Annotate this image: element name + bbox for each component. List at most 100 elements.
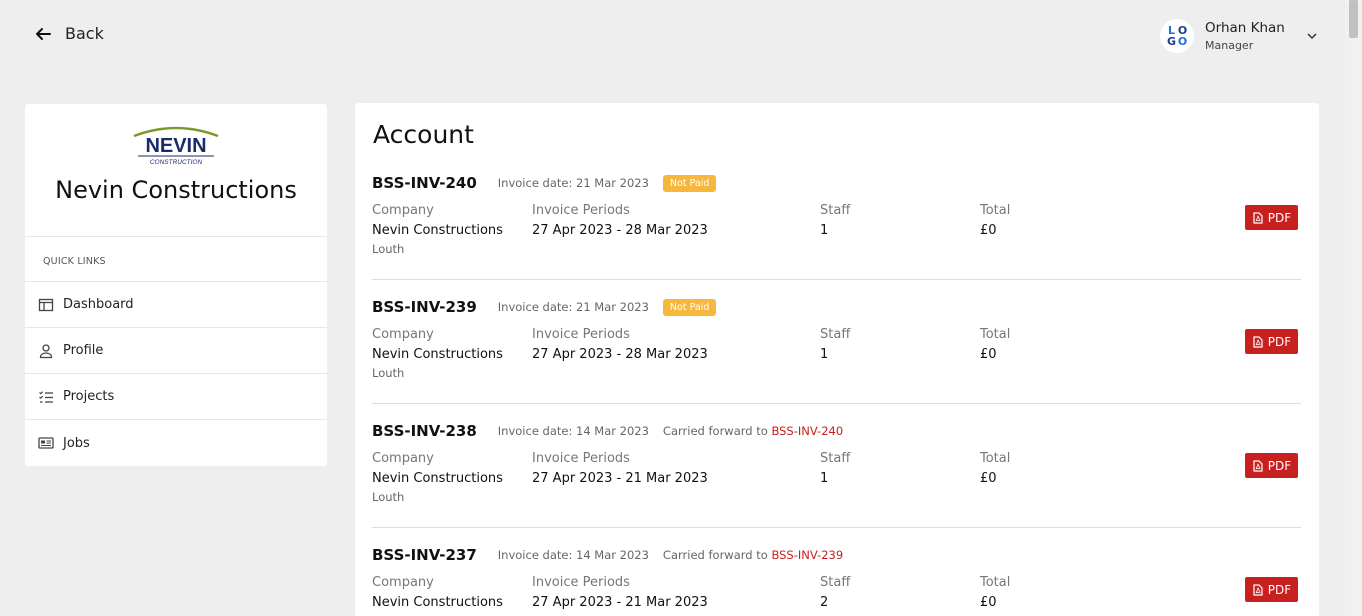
period-value: 27 Apr 2023 - 21 Mar 2023: [532, 471, 708, 486]
location-value: Louth: [372, 490, 405, 504]
sidebar-item-label: Dashboard: [63, 297, 134, 312]
invoice-header: BSS-INV-240 Invoice date: 21 Mar 2023 No…: [372, 173, 717, 193]
pdf-label: PDF: [1267, 458, 1292, 473]
chevron-down-icon[interactable]: [1305, 29, 1319, 43]
arrow-left-icon: [36, 27, 51, 40]
scrollbar-thumb[interactable]: [1349, 0, 1358, 38]
sidebar-item-profile[interactable]: Profile: [25, 328, 327, 374]
sidebar-item-dashboard[interactable]: Dashboard: [25, 282, 327, 328]
total-column: Total £0: [980, 327, 1010, 362]
total-label: Total: [980, 451, 1011, 466]
total-value: £0: [980, 347, 997, 362]
company-logo: NEVIN CONSTRUCTION: [25, 104, 327, 166]
carried-forward-link[interactable]: BSS-INV-239: [771, 548, 843, 562]
user-meta: Orhan Khan Manager: [1205, 20, 1285, 52]
pdf-button[interactable]: PDF: [1245, 453, 1298, 478]
sidebar-item-jobs[interactable]: Jobs: [25, 420, 327, 466]
company-label: Company: [372, 451, 434, 466]
company-name: Nevin Constructions: [55, 176, 297, 204]
company-label: Company: [372, 575, 434, 590]
pdf-label: PDF: [1267, 210, 1292, 225]
carried-forward-link[interactable]: BSS-INV-240: [771, 424, 843, 438]
total-label: Total: [980, 203, 1011, 218]
sidebar-item-label: Projects: [63, 389, 115, 404]
checklist-icon: [39, 390, 53, 403]
periods-column: Invoice Periods 27 Apr 2023 - 21 Mar 202…: [532, 575, 708, 610]
invoice-header: BSS-INV-237 Invoice date: 14 Mar 2023 Ca…: [372, 545, 843, 565]
pdf-file-icon: [1253, 335, 1263, 348]
periods-label: Invoice Periods: [532, 575, 630, 590]
staff-label: Staff: [820, 203, 851, 218]
invoice-date: Invoice date: 21 Mar 2023: [497, 176, 649, 190]
invoice-id: BSS-INV-239: [372, 298, 477, 316]
staff-value: 1: [820, 347, 829, 362]
pdf-file-icon: [1253, 459, 1263, 472]
nevin-logo-icon: NEVIN CONSTRUCTION: [133, 126, 219, 166]
sidebar-item-label: Profile: [63, 343, 104, 358]
staff-value: 1: [820, 471, 829, 486]
svg-text:CONSTRUCTION: CONSTRUCTION: [150, 159, 203, 166]
periods-label: Invoice Periods: [532, 451, 630, 466]
pdf-label: PDF: [1267, 334, 1292, 349]
pdf-button[interactable]: PDF: [1245, 577, 1298, 602]
company-label: Company: [372, 203, 434, 218]
sidebar-item-projects[interactable]: Projects: [25, 374, 327, 420]
location-value: Louth: [372, 366, 405, 380]
company-column: Company Nevin Constructions Louth: [372, 327, 503, 380]
pdf-file-icon: [1253, 583, 1263, 596]
pdf-label: PDF: [1267, 582, 1292, 597]
staff-label: Staff: [820, 575, 851, 590]
total-column: Total £0: [980, 203, 1010, 238]
avatar: L O G O: [1160, 19, 1194, 53]
back-button[interactable]: Back: [35, 24, 104, 43]
divider: [372, 527, 1301, 528]
avatar-letter: O: [1177, 35, 1188, 48]
invoice-header: BSS-INV-238 Invoice date: 14 Mar 2023 Ca…: [372, 421, 843, 441]
location-value: Louth: [372, 242, 405, 256]
page-title: Account: [373, 120, 474, 149]
pdf-file-icon: [1253, 211, 1263, 224]
invoice-id: BSS-INV-238: [372, 422, 477, 440]
dashboard-icon: [38, 298, 54, 311]
svg-text:NEVIN: NEVIN: [145, 135, 206, 157]
scrollbar[interactable]: [1345, 0, 1362, 616]
staff-column: Staff 1: [820, 327, 850, 362]
user-role: Manager: [1205, 39, 1254, 52]
staff-column: Staff 1: [820, 451, 850, 486]
user-icon: [39, 343, 53, 358]
status-badge: Not Paid: [662, 174, 717, 192]
carried-forward-note: Carried forward to BSS-INV-239: [663, 548, 843, 562]
avatar-letter: G: [1166, 35, 1177, 48]
staff-value: 1: [820, 223, 829, 238]
divider: [372, 403, 1301, 404]
staff-column: Staff 1: [820, 203, 850, 238]
sidebar: NEVIN CONSTRUCTION Nevin Constructions Q…: [25, 104, 327, 466]
pdf-button[interactable]: PDF: [1245, 205, 1298, 230]
company-column: Company Nevin Constructions: [372, 575, 503, 610]
company-value: Nevin Constructions: [372, 471, 503, 486]
user-name: Orhan Khan: [1205, 20, 1285, 36]
staff-label: Staff: [820, 451, 851, 466]
periods-label: Invoice Periods: [532, 203, 630, 218]
total-column: Total £0: [980, 575, 1010, 610]
company-value: Nevin Constructions: [372, 595, 503, 610]
invoice-date: Invoice date: 21 Mar 2023: [497, 300, 649, 314]
account-panel: Account BSS-INV-240 Invoice date: 21 Mar…: [355, 103, 1319, 616]
period-value: 27 Apr 2023 - 28 Mar 2023: [532, 347, 708, 362]
user-menu[interactable]: L O G O Orhan Khan Manager: [1160, 19, 1319, 53]
invoice-date: Invoice date: 14 Mar 2023: [497, 424, 649, 438]
carried-forward-note: Carried forward to BSS-INV-240: [663, 424, 843, 438]
carried-forward-text: Carried forward to: [662, 548, 772, 562]
back-label: Back: [65, 24, 104, 43]
pdf-button[interactable]: PDF: [1245, 329, 1298, 354]
total-label: Total: [980, 575, 1011, 590]
company-value: Nevin Constructions: [372, 223, 503, 238]
divider: [372, 279, 1301, 280]
total-column: Total £0: [980, 451, 1010, 486]
invoice-header: BSS-INV-239 Invoice date: 21 Mar 2023 No…: [372, 297, 717, 317]
invoice-date: Invoice date: 14 Mar 2023: [497, 548, 649, 562]
company-column: Company Nevin Constructions Louth: [372, 203, 503, 256]
company-column: Company Nevin Constructions Louth: [372, 451, 503, 504]
invoice-id: BSS-INV-240: [372, 174, 477, 192]
company-brand: NEVIN CONSTRUCTION Nevin Constructions: [25, 104, 327, 237]
